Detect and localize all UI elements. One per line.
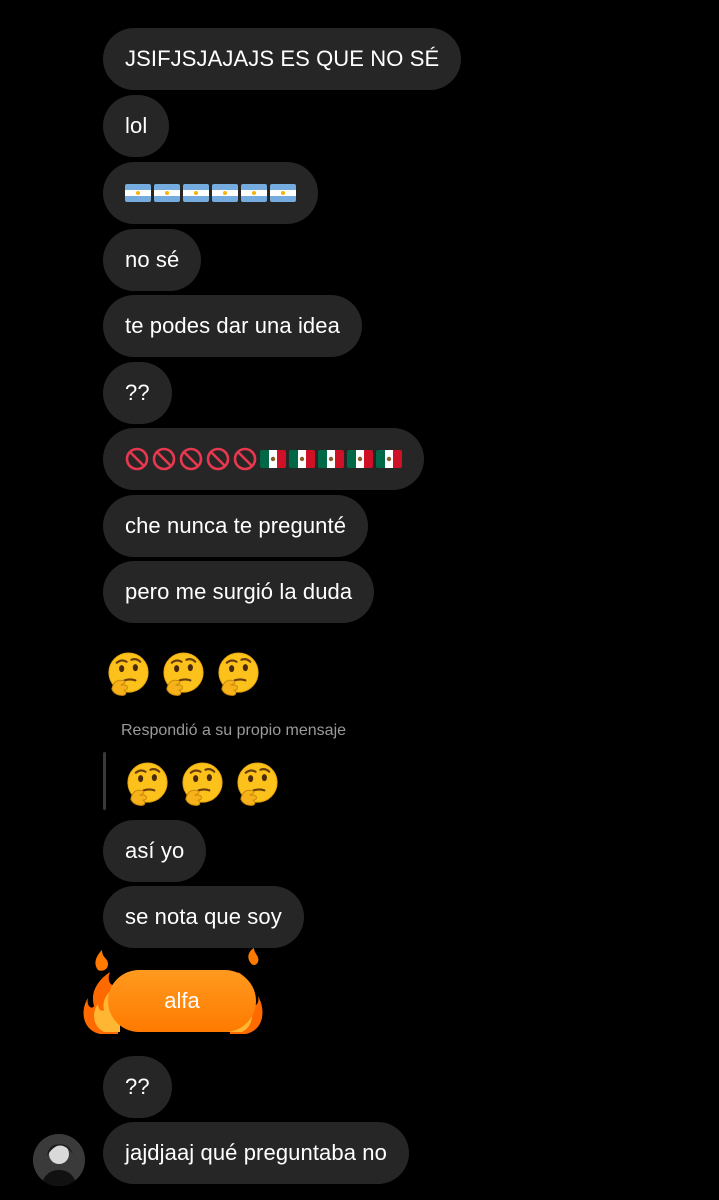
message-bubble[interactable]: así yo bbox=[103, 820, 207, 882]
message-bubble[interactable]: lol bbox=[103, 95, 170, 157]
prohibited-icon bbox=[152, 447, 176, 471]
thinking-face-icon bbox=[233, 760, 282, 809]
argentina-flag-icon bbox=[125, 184, 151, 202]
argentina-flags bbox=[125, 184, 296, 202]
message-text: JSIFJSJAJAJS ES QUE NO SÉ bbox=[125, 46, 440, 71]
thinking-emoji-message[interactable] bbox=[104, 650, 263, 699]
sender-avatar[interactable] bbox=[33, 1134, 85, 1186]
thinking-emoji-reply[interactable] bbox=[123, 760, 282, 809]
message-text: no sé bbox=[125, 247, 180, 272]
message-text: se nota que soy bbox=[125, 904, 282, 929]
message-bubble[interactable]: che nunca te pregunté bbox=[103, 495, 369, 557]
mexico-flag-icon bbox=[260, 450, 286, 468]
message-bubble[interactable]: ?? bbox=[103, 1056, 172, 1118]
argentina-flag-icon bbox=[183, 184, 209, 202]
thinking-face-icon bbox=[178, 760, 227, 809]
message-bubble[interactable]: ?? bbox=[103, 362, 172, 424]
mexico-flag-icon bbox=[376, 450, 402, 468]
message-text: así yo bbox=[125, 838, 185, 863]
argentina-flag-icon bbox=[212, 184, 238, 202]
fire-effect-message[interactable]: alfa bbox=[78, 940, 268, 1036]
message-bubble-fire: alfa bbox=[108, 970, 256, 1032]
message-bubble[interactable]: te podes dar una idea bbox=[103, 295, 362, 357]
message-text: lol bbox=[125, 113, 148, 138]
argentina-flag-icon bbox=[241, 184, 267, 202]
message-bubble[interactable]: jajdjaaj qué preguntaba no bbox=[103, 1122, 409, 1184]
prohibited-icon bbox=[233, 447, 257, 471]
thinking-face-icon bbox=[104, 650, 153, 699]
thinking-face-icon bbox=[214, 650, 263, 699]
thinking-face-icon bbox=[159, 650, 208, 699]
mexico-flag-icon bbox=[318, 450, 344, 468]
prohibited-icon bbox=[179, 447, 203, 471]
message-bubble-emoji[interactable] bbox=[103, 428, 424, 490]
avatar-image bbox=[33, 1134, 85, 1186]
emoji-sequence bbox=[125, 447, 402, 471]
reply-label: Respondió a su propio mensaje bbox=[121, 722, 347, 739]
message-bubble[interactable]: no sé bbox=[103, 229, 202, 291]
message-text: che nunca te pregunté bbox=[125, 513, 347, 538]
message-text: ?? bbox=[125, 380, 150, 405]
mexico-flag-icon bbox=[289, 450, 315, 468]
message-bubble[interactable]: se nota que soy bbox=[103, 886, 304, 948]
prohibited-icon bbox=[125, 447, 149, 471]
message-text: jajdjaaj qué preguntaba no bbox=[125, 1140, 387, 1165]
message-text: te podes dar una idea bbox=[125, 313, 340, 338]
argentina-flag-icon bbox=[270, 184, 296, 202]
prohibited-icon bbox=[206, 447, 230, 471]
message-text: ?? bbox=[125, 1074, 150, 1099]
message-text: alfa bbox=[164, 988, 200, 1013]
message-text: pero me surgió la duda bbox=[125, 579, 353, 604]
mexico-flag-icon bbox=[347, 450, 373, 468]
thinking-face-icon bbox=[123, 760, 172, 809]
argentina-flag-icon bbox=[154, 184, 180, 202]
message-bubble-emoji[interactable] bbox=[103, 162, 318, 224]
message-bubble[interactable]: JSIFJSJAJAJS ES QUE NO SÉ bbox=[103, 28, 462, 90]
reply-indicator-bar bbox=[103, 752, 106, 810]
message-bubble[interactable]: pero me surgió la duda bbox=[103, 561, 375, 623]
